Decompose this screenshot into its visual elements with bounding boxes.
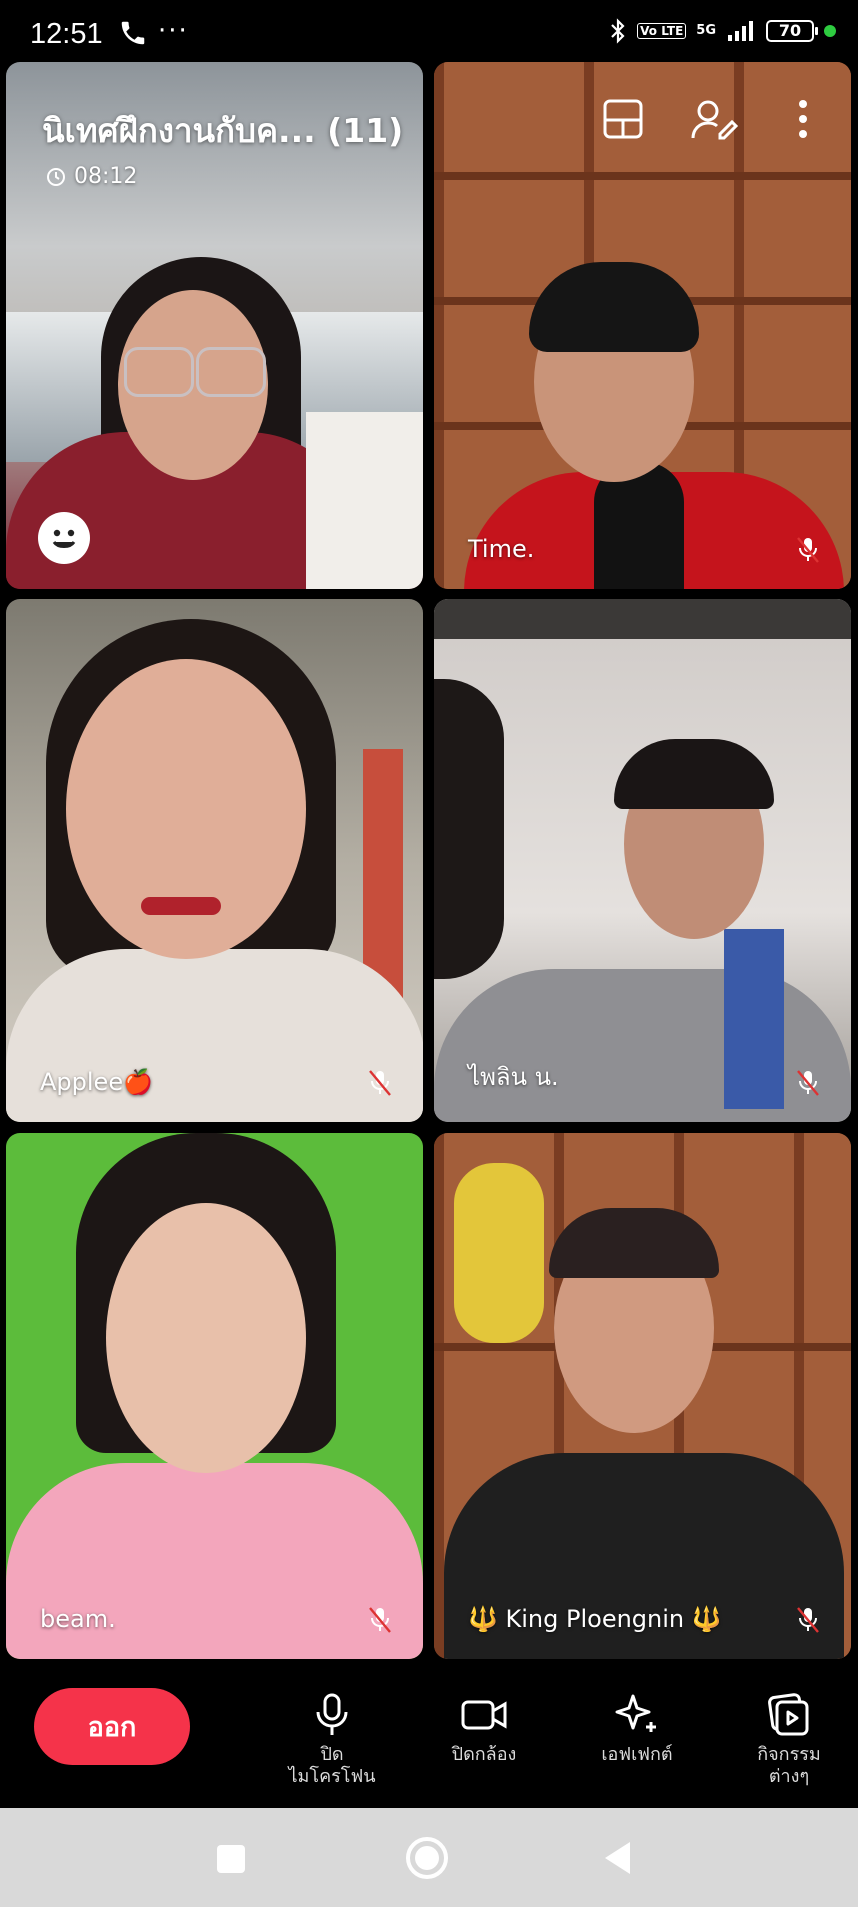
volte-badge: Vo LTE — [637, 23, 687, 39]
layout-icon[interactable] — [602, 98, 644, 140]
system-navigation-bar — [0, 1808, 858, 1907]
mic-muted-icon — [797, 1607, 819, 1633]
leave-call-button[interactable]: ออก — [34, 1688, 190, 1765]
home-icon[interactable] — [404, 1835, 450, 1881]
timer-value: 08:12 — [74, 164, 138, 189]
camera-off-button[interactable]: ปิดกล้อง — [419, 1692, 549, 1766]
camera-label: ปิดกล้อง — [451, 1744, 517, 1765]
video-camera-icon — [461, 1700, 507, 1730]
mic-muted-icon — [369, 1070, 391, 1096]
participant-name: Time. — [468, 535, 535, 563]
activities-icon — [768, 1693, 809, 1736]
participant-name: beam. — [40, 1605, 116, 1633]
manage-participants-icon[interactable] — [690, 98, 740, 142]
mic-muted-icon — [797, 1070, 819, 1096]
sparkle-icon — [615, 1694, 656, 1732]
effects-label: เอฟเฟกต์ — [601, 1744, 673, 1765]
signal-icon — [728, 21, 753, 41]
call-timer: 08:12 — [46, 164, 137, 189]
more-notifications: ··· — [158, 16, 189, 46]
call-title: นิเทศฝึกงานกับค... (11) — [42, 111, 404, 150]
microphone-icon — [316, 1693, 348, 1735]
status-bar: 12:51 ··· Vo LTE 5G 70 — [0, 0, 858, 64]
effects-button[interactable]: เอฟเฟกต์ — [572, 1692, 702, 1766]
participant-tile[interactable]: Applee🍎 — [6, 599, 423, 1122]
mic-label-line1: ปิด — [320, 1744, 344, 1765]
clock-icon — [47, 167, 65, 186]
smiley-icon — [52, 529, 76, 548]
battery-level: 70 — [778, 21, 802, 40]
reaction-button[interactable] — [38, 512, 90, 564]
mic-muted-icon — [797, 537, 819, 563]
participant-name: Applee🍎 — [40, 1068, 153, 1096]
network-type: 5G — [696, 23, 716, 38]
mute-mic-button[interactable]: ปิด ไมโครโฟน — [267, 1692, 397, 1788]
participant-name: 🔱 King Ploengnin 🔱 — [468, 1605, 722, 1633]
recents-icon[interactable] — [215, 1843, 247, 1875]
camera-in-use-indicator — [824, 25, 836, 37]
participant-tile[interactable]: beam. — [6, 1133, 423, 1659]
clock: 12:51 — [30, 18, 103, 50]
bluetooth-icon — [611, 18, 625, 44]
more-options-icon[interactable] — [796, 98, 810, 140]
battery-icon: 70 — [766, 20, 818, 42]
mic-label-line2: ไมโครโฟน — [288, 1766, 376, 1787]
call-controls: ออก ปิด ไมโครโฟน ปิดกล้อง เอฟเฟกต์ กิจกร… — [0, 1668, 858, 1808]
activities-label-line2: ต่างๆ — [768, 1766, 810, 1787]
back-icon[interactable] — [602, 1840, 634, 1876]
participant-tile[interactable]: Time. — [434, 62, 851, 589]
participant-tile[interactable]: 🔱 King Ploengnin 🔱 — [434, 1133, 851, 1659]
activities-button[interactable]: กิจกรรม ต่างๆ — [724, 1692, 854, 1788]
activities-label-line1: กิจกรรม — [757, 1744, 821, 1765]
mic-muted-icon — [369, 1607, 391, 1633]
phone-call-icon — [121, 21, 145, 45]
participant-name: ไพลิน น. — [468, 1063, 559, 1091]
participant-tile[interactable]: ไพลิน น. — [434, 599, 851, 1122]
